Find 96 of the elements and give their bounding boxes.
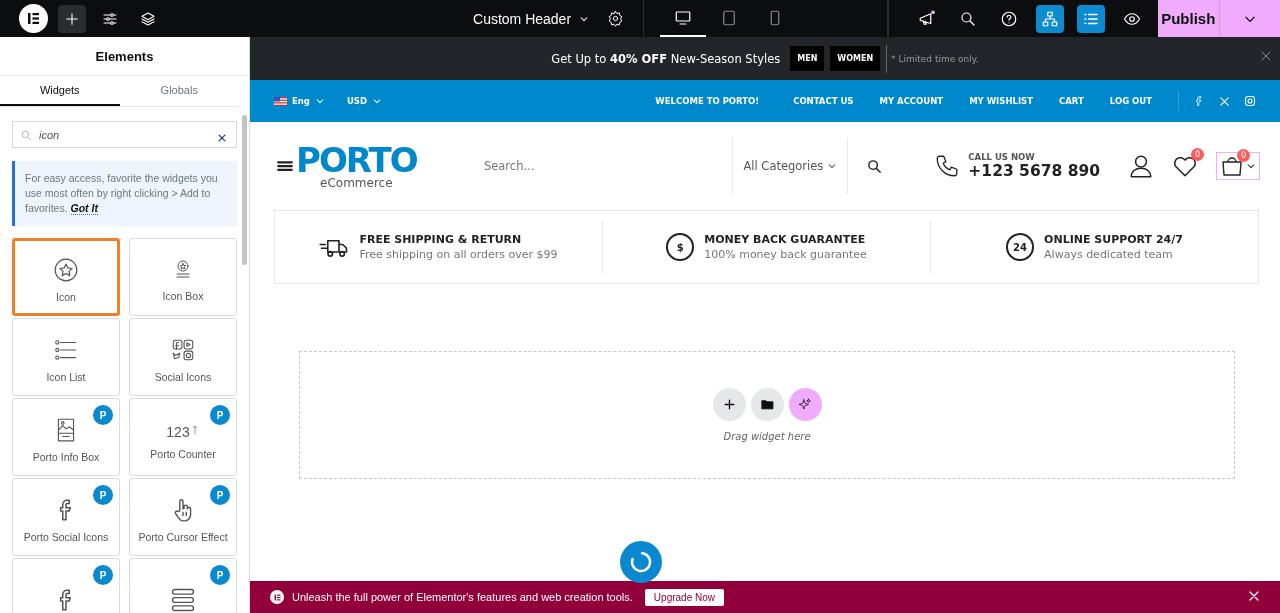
facebook-icon: [1193, 95, 1205, 107]
close-icon: [1260, 50, 1272, 62]
ai-button[interactable]: [788, 388, 822, 421]
top-nav-link[interactable]: MY WISHLIST: [969, 96, 1033, 106]
menu-icon: [169, 586, 197, 613]
chevron-down-icon: [827, 161, 838, 171]
template-library-button[interactable]: [750, 388, 784, 421]
settings-icon: [606, 10, 624, 27]
x-logo-icon: [1219, 95, 1230, 107]
counter-icon: 123: [166, 420, 200, 440]
widget-card[interactable]: P Porto Cursor Effect: [129, 478, 237, 556]
call-us-label: CALL US NOW: [968, 152, 1036, 162]
plus-icon: [64, 10, 80, 27]
product-search-field[interactable]: Search...: [481, 158, 733, 174]
chevron-down-icon: [1246, 161, 1256, 171]
dollar-coin-icon: $: [666, 233, 695, 261]
phone-number: +123 5678 890: [968, 162, 1100, 180]
top-nav-link[interactable]: MY ACCOUNT: [879, 96, 944, 106]
widget-card[interactable]: P: [12, 558, 120, 613]
megaphone-icon: [918, 9, 936, 28]
feature-subtitle: 100% money back guarantee: [704, 248, 867, 261]
language-selector[interactable]: Eng: [274, 96, 325, 106]
tablet-icon: [720, 8, 738, 27]
widget-card[interactable]: P Porto Social Icons: [12, 478, 120, 556]
widget-card[interactable]: Social Icons: [129, 318, 237, 396]
category-button[interactable]: MEN: [790, 46, 825, 71]
widget-search-field[interactable]: icon: [12, 121, 237, 148]
feature-title: MONEY BACK GUARANTEE: [704, 233, 867, 246]
wishlist-count: 0: [1191, 148, 1204, 161]
promo-announcement: Get Up to 40% OFF New-Season Styles: [551, 51, 781, 66]
feature-subtitle: Free shipping on all orders over $99: [359, 248, 558, 261]
pro-badge: P: [93, 485, 113, 505]
add-element-button[interactable]: [58, 4, 86, 33]
search-icon: [959, 9, 977, 28]
scrollbar[interactable]: [242, 115, 247, 265]
instagram-icon: [1244, 95, 1256, 107]
pro-badge: P: [93, 565, 113, 585]
chevron-down-icon: [314, 96, 325, 106]
drop-hint: Drag widget here: [723, 431, 811, 442]
panel-tab[interactable]: Globals: [119, 76, 239, 106]
currency-selector[interactable]: USD: [346, 96, 383, 106]
feature-title: FREE SHIPPING & RETURN: [359, 233, 523, 246]
limited-time-note: * Limited time only.: [886, 44, 979, 73]
flag-icon: [274, 96, 287, 106]
sliders-icon: [102, 10, 118, 27]
feature-title: ONLINE SUPPORT 24/7: [1044, 233, 1183, 246]
close-icon: [1248, 590, 1260, 602]
document-title-dropdown[interactable]: Custom Header: [473, 10, 590, 27]
pro-badge: P: [93, 405, 113, 425]
porto-logo[interactable]: PORTO: [296, 143, 417, 177]
panel-title: Elements: [0, 37, 249, 76]
plus-icon: [722, 398, 736, 411]
pro-badge: P: [210, 485, 230, 505]
publish-button[interactable]: Publish: [1158, 0, 1280, 37]
upgrade-message: Unleash the full power of Elementor's features and web creation tools.: [292, 591, 633, 603]
layers-icon: [140, 10, 156, 27]
category-button[interactable]: WOMEN: [830, 46, 881, 71]
top-nav-link[interactable]: CONTACT US: [793, 96, 854, 106]
drop-zone[interactable]: Drag widget here: [299, 351, 1235, 479]
top-nav-link[interactable]: CART: [1059, 96, 1084, 106]
support-clock-icon: 24: [1006, 233, 1035, 261]
pro-badge: P: [210, 565, 230, 585]
upgrade-now-button[interactable]: Upgrade Now: [644, 588, 724, 606]
widget-card[interactable]: P 123 Porto Counter: [129, 398, 237, 476]
pro-badge: P: [210, 405, 230, 425]
elementor-logo-icon: [270, 590, 284, 604]
widget-card[interactable]: P Porto Info Box: [12, 398, 120, 476]
folder-icon: [760, 398, 774, 411]
favorites-tip: For easy access, favorite the widgets you use most often by right clicking > Add to favorites. Got It: [12, 161, 237, 226]
navigator-button[interactable]: [1077, 4, 1105, 33]
list-icon: [53, 337, 79, 363]
top-nav-link[interactable]: WELCOME TO PORTO!: [655, 96, 760, 106]
search-icon: [865, 157, 883, 175]
clear-icon: [217, 133, 227, 143]
loading-spinner-icon: [620, 541, 662, 583]
social-icons-icon: [170, 337, 196, 363]
widget-card[interactable]: P: [129, 558, 237, 613]
logo-tagline: eCommerce: [320, 177, 393, 189]
elementor-logo-icon[interactable]: [19, 4, 48, 33]
search-icon: [20, 129, 33, 142]
got-it-link[interactable]: Got It: [70, 202, 98, 215]
sparkle-icon: [798, 397, 812, 412]
chevron-down-icon: [372, 96, 383, 106]
widget-card[interactable]: Icon List: [12, 318, 120, 396]
cart-count: 0: [1237, 149, 1250, 162]
feature-subtitle: Always dedicated team: [1044, 248, 1174, 261]
sitemap-icon: [1041, 9, 1059, 28]
structure-button[interactable]: [1036, 4, 1064, 33]
category-dropdown[interactable]: All Categories: [732, 138, 849, 194]
desktop-icon: [674, 8, 692, 27]
help-icon: [1000, 9, 1018, 28]
top-nav-link[interactable]: LOG OUT: [1109, 96, 1152, 106]
panel-tab[interactable]: Widgets: [0, 76, 120, 106]
user-icon: [1128, 153, 1154, 179]
widget-card[interactable]: Icon: [12, 238, 120, 316]
widget-card[interactable]: Icon Box: [129, 238, 237, 316]
